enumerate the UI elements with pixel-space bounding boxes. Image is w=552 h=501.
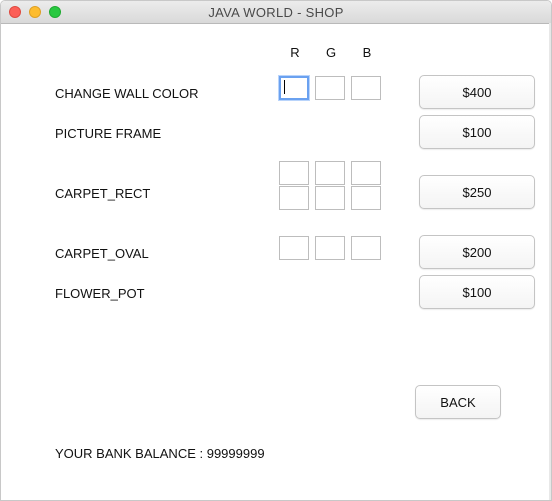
wall-color-g-field[interactable] xyxy=(315,76,345,100)
carpet-oval-r-field[interactable] xyxy=(279,236,309,260)
bank-balance-label: YOUR BANK BALANCE : 99999999 xyxy=(55,446,265,461)
carpet-oval-b-field[interactable] xyxy=(351,236,381,260)
wall-color-b-field[interactable] xyxy=(351,76,381,100)
item-label-carpet-rect: CARPET_RECT xyxy=(55,186,151,201)
back-button[interactable]: BACK xyxy=(415,385,501,419)
title-bar: JAVA WORLD - SHOP xyxy=(1,1,551,24)
item-label-change-wall-color: CHANGE WALL COLOR xyxy=(55,86,199,101)
buy-picture-frame-button[interactable]: $100 xyxy=(419,115,535,149)
header-b: B xyxy=(362,45,372,60)
carpet-rect-b-field-top[interactable] xyxy=(351,161,381,185)
buy-wall-color-button[interactable]: $400 xyxy=(419,75,535,109)
header-r: R xyxy=(290,45,300,60)
item-label-carpet-oval: CARPET_OVAL xyxy=(55,246,149,261)
buy-flower-pot-button[interactable]: $100 xyxy=(419,275,535,309)
buy-carpet-rect-button[interactable]: $250 xyxy=(419,175,535,209)
window-title: JAVA WORLD - SHOP xyxy=(208,5,344,20)
carpet-oval-g-field[interactable] xyxy=(315,236,345,260)
item-label-picture-frame: PICTURE FRAME xyxy=(55,126,162,141)
header-g: G xyxy=(325,45,337,60)
buy-carpet-oval-button[interactable]: $200 xyxy=(419,235,535,269)
text-caret xyxy=(284,80,285,94)
carpet-rect-b-field-bottom[interactable] xyxy=(351,186,381,210)
window-edge xyxy=(549,23,551,500)
item-label-flower-pot: FLOWER_POT xyxy=(55,286,145,301)
carpet-rect-g-field-bottom[interactable] xyxy=(315,186,345,210)
carpet-rect-r-field-bottom[interactable] xyxy=(279,186,309,210)
carpet-rect-g-field-top[interactable] xyxy=(315,161,345,185)
shop-window: JAVA WORLD - SHOP R G B CHANGE WALL COLO… xyxy=(0,0,552,501)
carpet-rect-r-field-top[interactable] xyxy=(279,161,309,185)
